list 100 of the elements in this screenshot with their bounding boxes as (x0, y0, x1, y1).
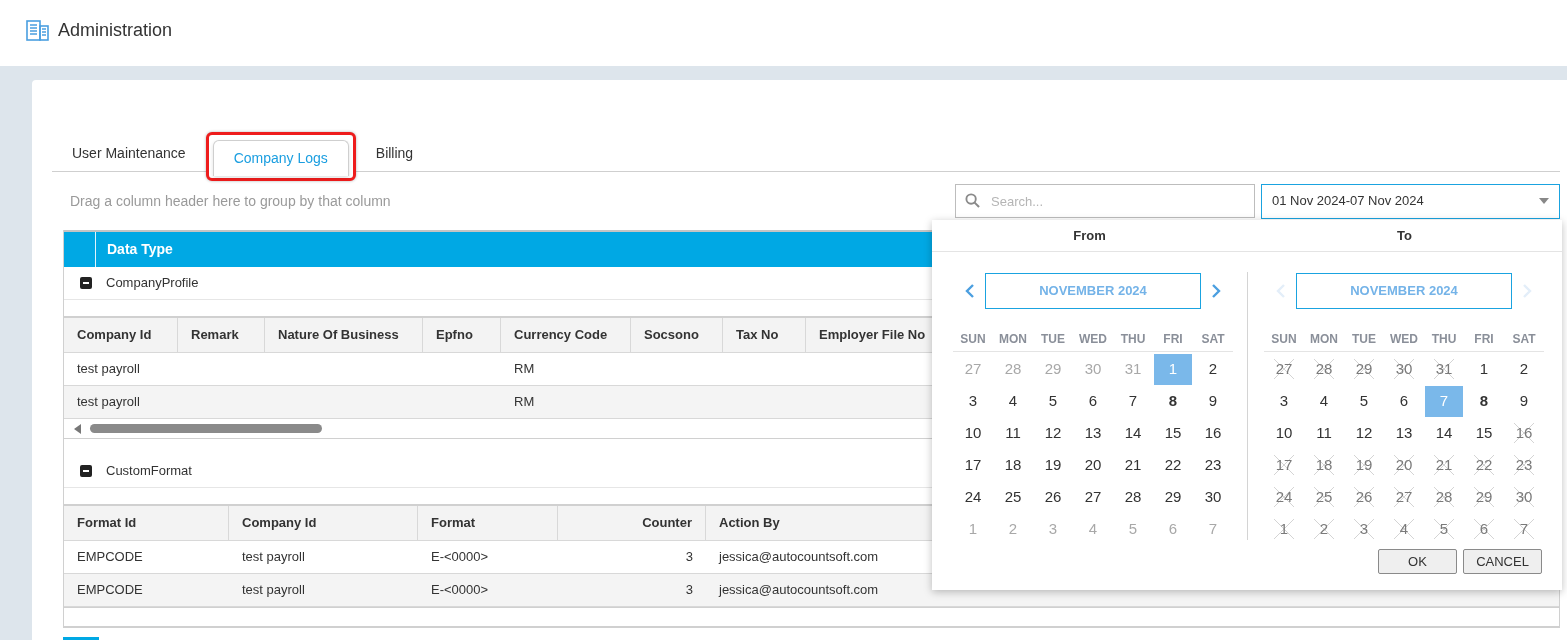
chevron-right-icon[interactable] (1211, 283, 1221, 299)
column-header[interactable]: Tax No (723, 318, 806, 352)
dialog-button[interactable]: OK (1378, 549, 1457, 574)
cross-icon (1433, 453, 1455, 476)
calendar-day[interactable]: 2 (1505, 353, 1543, 385)
calendar-day[interactable]: 1 (1265, 513, 1303, 545)
calendar-day[interactable]: 10 (954, 417, 992, 449)
calendar-day[interactable]: 5 (1425, 513, 1463, 545)
calendar-day[interactable]: 27 (1265, 353, 1303, 385)
calendar-day[interactable]: 15 (1154, 417, 1192, 449)
collapse-icon[interactable] (80, 465, 92, 477)
calendar-day[interactable]: 24 (1265, 481, 1303, 513)
calendar-day[interactable]: 30 (1505, 481, 1543, 513)
calendar-day[interactable]: 11 (1305, 417, 1343, 449)
calendar-day[interactable]: 3 (954, 385, 992, 417)
calendar-day[interactable]: 12 (1034, 417, 1072, 449)
column-header[interactable]: Currency Code (501, 318, 631, 352)
calendar-day[interactable]: 2 (1194, 353, 1232, 385)
calendar-day[interactable]: 23 (1505, 449, 1543, 481)
calendar-day[interactable]: 4 (1385, 513, 1423, 545)
calendar-day[interactable]: 29 (1345, 353, 1383, 385)
calendar-day[interactable]: 6 (1465, 513, 1503, 545)
calendar-day[interactable]: 16 (1505, 417, 1543, 449)
calendar-day[interactable]: 8 (1154, 385, 1192, 417)
tab[interactable]: Billing (355, 135, 434, 171)
calendar-day[interactable]: 13 (1385, 417, 1423, 449)
calendar-day[interactable]: 21 (1114, 449, 1152, 481)
calendar-day[interactable]: 19 (1345, 449, 1383, 481)
calendar-day[interactable]: 25 (1305, 481, 1343, 513)
collapse-icon[interactable] (80, 277, 92, 289)
cross-icon (1473, 485, 1495, 508)
table-cell-text: jessica@autocountsoft.com (719, 581, 879, 600)
group-panel-hint: Drag a column header here to group by that column (69, 191, 392, 211)
calendar-heading: From (1073, 226, 1106, 245)
calendar-day[interactable]: 5 (1034, 385, 1072, 417)
calendar-day[interactable]: 17 (1265, 449, 1303, 481)
calendar-day[interactable]: 14 (1114, 417, 1152, 449)
calendar-day[interactable]: 12 (1345, 417, 1383, 449)
calendar-day[interactable]: 7 (1505, 513, 1543, 545)
calendar-day[interactable]: 29 (1154, 481, 1192, 513)
calendar-day[interactable]: 17 (954, 449, 992, 481)
group-row-label: CustomFormat (106, 462, 192, 481)
calendar-heading: To (1397, 226, 1412, 245)
tab[interactable]: User Maintenance (52, 135, 206, 171)
chevron-left-icon[interactable] (965, 283, 975, 299)
calendar-day[interactable]: 14 (1425, 417, 1463, 449)
calendar-day[interactable]: 4 (1305, 385, 1343, 417)
calendar-day[interactable]: 8 (1465, 385, 1503, 417)
calendar-day[interactable]: 6 (1385, 385, 1423, 417)
scroll-left-icon[interactable] (74, 423, 82, 434)
cross-icon (1313, 357, 1335, 380)
calendar-day[interactable]: 21 (1425, 449, 1463, 481)
calendar-day[interactable]: 3 (1265, 385, 1303, 417)
calendar-day[interactable]: 18 (994, 449, 1032, 481)
calendar-day[interactable]: 15 (1465, 417, 1503, 449)
dialog-button[interactable]: CANCEL (1463, 549, 1542, 574)
column-header[interactable]: Format (418, 506, 558, 540)
calendar-day[interactable]: 9 (1505, 385, 1543, 417)
calendar-day[interactable]: 30 (1385, 353, 1423, 385)
column-header[interactable]: Company Id (64, 318, 178, 352)
calendar-day[interactable]: 29 (1465, 481, 1503, 513)
column-header[interactable]: Socsono (631, 318, 723, 352)
calendar-day[interactable]: 4 (994, 385, 1032, 417)
calendar-day[interactable]: 7 (1114, 385, 1152, 417)
calendar-day[interactable]: 9 (1194, 385, 1232, 417)
calendar-day[interactable]: 20 (1385, 449, 1423, 481)
column-header[interactable]: Epfno (423, 318, 501, 352)
cross-icon (1353, 485, 1375, 508)
calendar-day[interactable]: 28 (1114, 481, 1152, 513)
calendar-day[interactable]: 27 (1385, 481, 1423, 513)
calendar-day[interactable]: 3 (1345, 513, 1383, 545)
calendar-day[interactable]: 22 (1154, 449, 1192, 481)
search-field[interactable]: Search... (955, 184, 1255, 218)
date-range-dropdown[interactable]: 01 Nov 2024-07 Nov 2024 (1261, 183, 1560, 219)
calendar-day[interactable]: 10 (1265, 417, 1303, 449)
calendar-day[interactable]: 31 (1425, 353, 1463, 385)
calendar-day[interactable]: 26 (1345, 481, 1383, 513)
calendar-day[interactable]: 28 (1425, 481, 1463, 513)
column-header[interactable]: Remark (178, 318, 265, 352)
scrollbar-thumb[interactable] (90, 424, 322, 433)
calendar-day[interactable]: 22 (1465, 449, 1503, 481)
calendar-day[interactable]: 28 (1305, 353, 1343, 385)
column-header[interactable]: Counter (558, 506, 706, 540)
weekday-label: TUE (1352, 330, 1376, 348)
calendar-day[interactable]: 20 (1074, 449, 1112, 481)
calendar-day[interactable]: 6 (1074, 385, 1112, 417)
column-header[interactable]: Nature Of Business (265, 318, 423, 352)
cross-icon (1513, 453, 1535, 476)
column-header[interactable]: Company Id (229, 506, 418, 540)
calendar-day[interactable]: 13 (1074, 417, 1112, 449)
calendar-day[interactable]: 19 (1034, 449, 1072, 481)
column-header[interactable]: Format Id (64, 506, 229, 540)
calendar-day[interactable]: 18 (1305, 449, 1343, 481)
calendar-day[interactable]: 11 (994, 417, 1032, 449)
calendar-day[interactable]: 1 (1465, 353, 1503, 385)
calendar-day[interactable]: 5 (1345, 385, 1383, 417)
calendar-day[interactable]: 16 (1194, 417, 1232, 449)
calendar-day[interactable]: 23 (1194, 449, 1232, 481)
calendar-day[interactable]: 2 (1305, 513, 1343, 545)
calendar-day[interactable]: 30 (1194, 481, 1232, 513)
